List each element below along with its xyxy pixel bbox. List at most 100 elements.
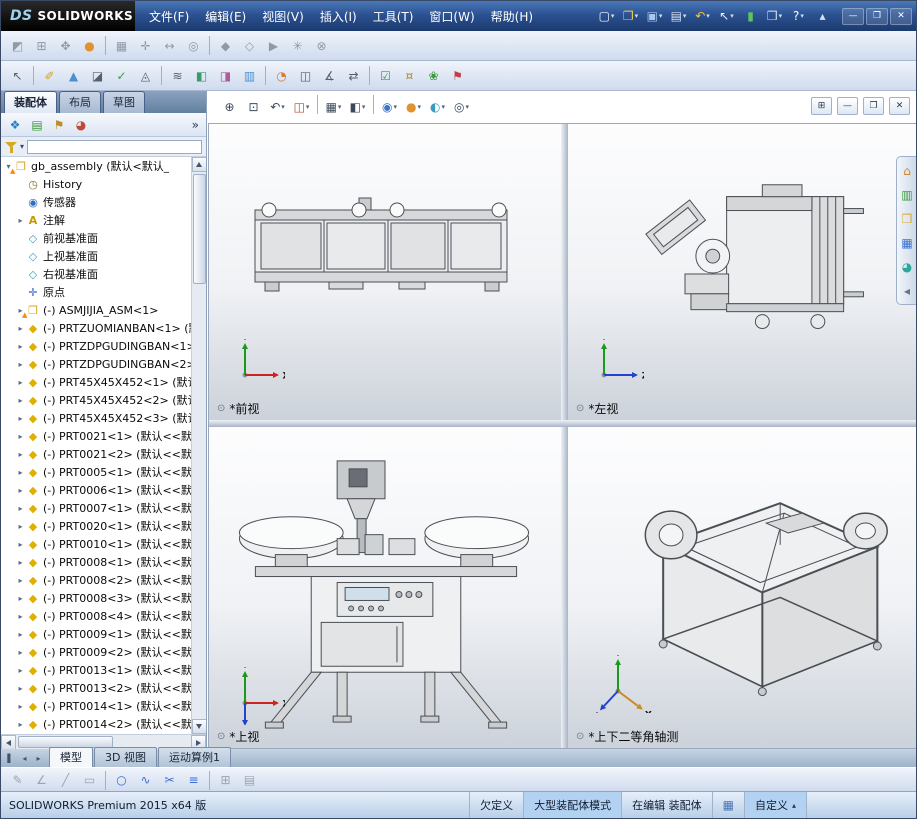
undercut-analysis-icon[interactable]: ◨ — [214, 64, 237, 88]
scroll-up-icon[interactable] — [191, 157, 206, 172]
tree-expand-icon[interactable]: ▸ — [15, 486, 26, 495]
tab-splitter-icon[interactable]: ▌ — [4, 752, 17, 765]
tree-expand-icon[interactable]: ▸ — [15, 432, 26, 441]
tree-item[interactable]: ◇ 右视基准面 — [1, 265, 191, 283]
resources-tab-icon[interactable]: ⌂ — [899, 162, 916, 179]
edit-component-icon[interactable]: ◩ — [6, 34, 29, 58]
tree-expand-icon[interactable]: ▸ — [15, 558, 26, 567]
document-tab-0[interactable]: 模型 — [49, 747, 93, 767]
deviation-analysis-icon[interactable]: ∡ — [318, 64, 341, 88]
viewport-splitter-vertical[interactable] — [561, 124, 568, 748]
measure-icon[interactable]: ✐ — [38, 64, 61, 88]
zebra-stripes-icon[interactable]: ≋ — [166, 64, 189, 88]
circle-icon[interactable]: ○ — [110, 768, 133, 792]
tree-item[interactable]: ▸ ◆ (-) PRT0005<1> (默认<<默 — [1, 463, 191, 481]
tree-item[interactable]: ▸ ◆ (-) PRT0008<2> (默认<<默 — [1, 571, 191, 589]
status-editing-assembly[interactable]: 在编辑 装配体 — [621, 792, 712, 818]
zoom-to-area-icon[interactable]: ⊡ — [242, 95, 265, 119]
viewport-top[interactable]: YXZ ⊙ *上视 — [209, 427, 561, 748]
tree-expand-icon[interactable]: ▸ — [15, 396, 26, 405]
viewport-layout-icon[interactable]: ⊞ — [811, 97, 832, 115]
tree-expand-icon[interactable]: ▸ — [15, 504, 26, 513]
fm-expand-chevron-icon[interactable]: » — [189, 118, 202, 132]
tree-item[interactable]: ▸ ◆ (-) PRT0021<1> (默认<<默 — [1, 427, 191, 445]
status-customize[interactable]: 自定义 ▴ — [743, 792, 806, 818]
viewport-front[interactable]: YX ⊙ *前视 — [209, 124, 561, 420]
tree-expand-icon[interactable]: ▸ — [15, 720, 26, 729]
tab-scroll-right-icon[interactable]: ▸ — [32, 752, 45, 765]
status-large-assembly-mode[interactable]: 大型装配体模式 — [523, 792, 622, 818]
tree-item[interactable]: ▸ ◆ (-) PRT0013<1> (默认<<默 — [1, 661, 191, 679]
simulationxpress-icon[interactable]: ⚑ — [446, 64, 469, 88]
reference-geometry-icon[interactable]: ◇ — [238, 34, 261, 58]
linear-component-pattern-icon[interactable]: ▦ — [110, 34, 133, 58]
tree-expand-icon[interactable]: ▸ — [15, 324, 26, 333]
menu-item[interactable]: 文件(F) — [141, 4, 197, 29]
tree-item[interactable]: ▸ ◆ (-) PRT0009<1> (默认<<默 — [1, 625, 191, 643]
move-component-icon[interactable]: ↔ — [158, 34, 181, 58]
sustainability-icon[interactable]: ❀ — [422, 64, 445, 88]
tree-item[interactable]: ▸ ◆ (-) PRT45X45X452<2> (默认 — [1, 391, 191, 409]
collapse-ribbon-icon[interactable]: ▴ — [811, 5, 834, 27]
curvature-icon[interactable]: ◔ — [270, 64, 293, 88]
design-checker-icon[interactable]: ☑ — [374, 64, 397, 88]
tree-expand-icon[interactable]: ▸ — [15, 648, 26, 657]
tree-item[interactable]: ▸ ◆ (-) PRT0008<4> (默认<<默 — [1, 607, 191, 625]
menu-item[interactable]: 帮助(H) — [483, 4, 541, 29]
document-tab-2[interactable]: 运动算例1 — [157, 747, 231, 767]
line-icon[interactable]: ╱ — [54, 768, 77, 792]
tree-item[interactable]: ▸ ◆ (-) PRT0007<1> (默认<<默 — [1, 499, 191, 517]
doc-minimize-icon[interactable]: — — [837, 97, 858, 115]
tree-expand-icon[interactable]: ▸ — [15, 702, 26, 711]
tree-item[interactable]: ▸ A 注解 — [1, 211, 191, 229]
tree-item[interactable]: ▸ ◆ (-) PRT0010<1> (默认<<默 — [1, 535, 191, 553]
scrollbar-thumb[interactable] — [192, 174, 206, 284]
menu-item[interactable]: 编辑(E) — [197, 4, 254, 29]
tree-expand-icon[interactable]: ▸ — [15, 576, 26, 585]
view-settings-icon[interactable]: ◎ ▾ — [450, 95, 473, 119]
help-icon[interactable]: ? ▾ — [787, 5, 810, 27]
sketch-icon[interactable]: ✎ — [6, 768, 29, 792]
tree-item[interactable]: ▸ ◆ (-) PRTZUOMIANBAN<1> (默 — [1, 319, 191, 337]
command-tab-0[interactable]: 装配体 — [4, 91, 57, 113]
view-palette-tab-icon[interactable]: ▦ — [899, 234, 916, 251]
section-properties-icon[interactable]: ◪ — [86, 64, 109, 88]
trim-entities-icon[interactable]: ✂ — [158, 768, 181, 792]
file-explorer-tab-icon[interactable]: ❒ — [899, 210, 916, 227]
select-icon[interactable]: ↖ ▾ — [715, 5, 738, 27]
tree-item[interactable]: ◷ History — [1, 175, 191, 193]
status-quick-tips[interactable]: ▦ — [711, 792, 744, 818]
menu-item[interactable]: 视图(V) — [254, 4, 312, 29]
spline-icon[interactable]: ∿ — [134, 768, 157, 792]
tree-expand-icon[interactable]: ▸ — [15, 666, 26, 675]
show-hidden-components-icon[interactable]: ◎ — [182, 34, 205, 58]
command-tab-1[interactable]: 布局 — [59, 91, 101, 113]
display-style-icon[interactable]: ◧ ▾ — [346, 95, 369, 119]
tree-vertical-scrollbar[interactable] — [191, 157, 206, 734]
tree-item[interactable]: ▸ ◆ (-) PRT45X45X452<3> (默认 — [1, 409, 191, 427]
geometry-analysis-icon[interactable]: ◬ — [134, 64, 157, 88]
filter-funnel-icon[interactable] — [5, 141, 17, 153]
section-view-icon[interactable]: ◫ ▾ — [290, 95, 313, 119]
tree-expand-icon[interactable]: ▸ — [15, 684, 26, 693]
tree-item[interactable]: ▸ ◆ (-) PRT45X45X452<1> (默认 — [1, 373, 191, 391]
close-icon[interactable]: ✕ — [890, 7, 912, 25]
tree-item[interactable]: ▸ ◆ (-) PRT0020<1> (默认<<默 — [1, 517, 191, 535]
tree-expand-icon[interactable]: ▸ — [15, 630, 26, 639]
tree-item[interactable]: ▾ ❒ ▲ gb_assembly (默认<默认_ — [1, 157, 191, 175]
open-icon[interactable]: ❐ ▾ — [619, 5, 642, 27]
viewport-isometric[interactable]: Y X Z ⊙ *上下二等角轴测 — [568, 427, 916, 748]
tree-expand-icon[interactable]: ▸ — [15, 468, 26, 477]
mass-properties-icon[interactable]: ▲ — [62, 64, 85, 88]
custom-properties-tab-icon[interactable]: ◂ — [899, 282, 916, 299]
undo-icon[interactable]: ↶ ▾ — [691, 5, 714, 27]
exploded-view-icon[interactable]: ✳ — [286, 34, 309, 58]
zoom-to-fit-icon[interactable]: ⊕ — [218, 95, 241, 119]
scroll-down-icon[interactable] — [191, 719, 206, 734]
appearances-tab-icon[interactable]: ◕ — [899, 258, 916, 275]
maximize-icon[interactable]: ❐ — [866, 7, 888, 25]
tree-item[interactable]: ▸ ◆ (-) PRT0008<3> (默认<<默 — [1, 589, 191, 607]
tab-scroll-left-icon[interactable]: ◂ — [18, 752, 31, 765]
tree-expand-icon[interactable]: ▸ — [15, 378, 26, 387]
menu-item[interactable]: 插入(I) — [312, 4, 365, 29]
